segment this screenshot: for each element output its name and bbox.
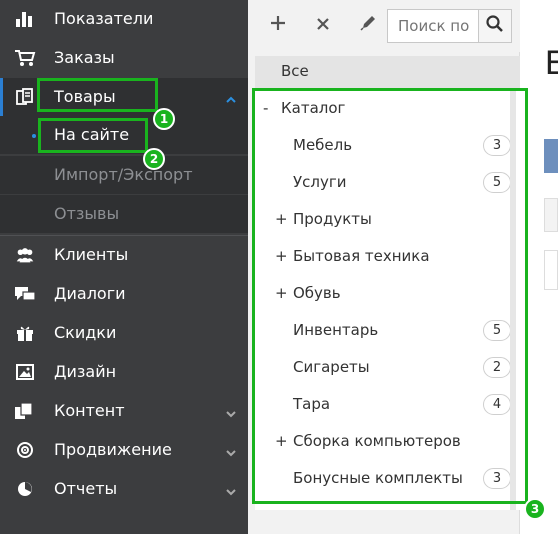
sidebar-item-indicators[interactable]: Показатели bbox=[0, 0, 248, 38]
step-marker-1: 1 bbox=[153, 108, 175, 130]
chevron-up-icon bbox=[225, 91, 237, 103]
delete-button[interactable] bbox=[310, 12, 336, 38]
pie-chart-icon bbox=[14, 480, 36, 498]
sidebar-subitem-import-export[interactable]: Импорт/Экспорт bbox=[0, 156, 248, 194]
sidebar-item-content[interactable]: Контент bbox=[0, 392, 248, 430]
bar-chart-icon bbox=[14, 10, 36, 28]
primary-button[interactable] bbox=[544, 139, 558, 173]
sidebar-item-promotion[interactable]: Продвижение bbox=[0, 431, 248, 469]
chat-icon bbox=[14, 285, 36, 303]
content-icon bbox=[14, 402, 36, 420]
sidebar-item-label: Дизайн bbox=[54, 362, 117, 381]
chevron-down-icon bbox=[225, 483, 237, 496]
search-button[interactable] bbox=[478, 9, 512, 43]
active-indicator bbox=[0, 78, 3, 116]
highlight-box-3 bbox=[252, 88, 528, 504]
active-dot bbox=[32, 134, 36, 138]
users-icon bbox=[14, 246, 36, 264]
sidebar-item-label: Скидки bbox=[54, 323, 117, 342]
cart-icon bbox=[14, 49, 36, 67]
category-toolbar bbox=[248, 0, 520, 52]
close-icon bbox=[316, 16, 330, 35]
sidebar-subitem-label: Импорт/Экспорт bbox=[54, 165, 193, 184]
sidebar-item-label: Отчеты bbox=[54, 479, 118, 498]
highlight-box-2 bbox=[38, 118, 148, 153]
sidebar-subitem-label: Отзывы bbox=[54, 204, 120, 223]
search-input[interactable] bbox=[387, 9, 480, 43]
sidebar-item-label: Клиенты bbox=[54, 245, 129, 264]
sidebar-item-label: Показатели bbox=[54, 9, 154, 28]
sidebar-item-dialogs[interactable]: Диалоги bbox=[0, 275, 248, 313]
add-button[interactable] bbox=[265, 12, 291, 38]
sidebar-item-design[interactable]: Дизайн bbox=[0, 353, 248, 391]
sidebar-item-label: Диалоги bbox=[54, 284, 126, 303]
plus-icon bbox=[270, 15, 286, 35]
category-all[interactable]: Все bbox=[255, 56, 520, 88]
search-icon bbox=[486, 15, 504, 37]
products-icon bbox=[14, 88, 36, 106]
edit-button[interactable] bbox=[355, 12, 381, 38]
pencil-icon bbox=[360, 15, 376, 35]
sidebar-item-reports[interactable]: Отчеты bbox=[0, 470, 248, 508]
chevron-down-icon bbox=[225, 405, 237, 418]
sidebar-item-clients[interactable]: Клиенты bbox=[0, 236, 248, 274]
sidebar-item-label: Заказы bbox=[54, 48, 115, 67]
chevron-down-icon bbox=[225, 444, 237, 457]
step-marker-2: 2 bbox=[143, 148, 165, 170]
highlight-box-1 bbox=[37, 78, 158, 112]
page-title: Е bbox=[545, 44, 558, 82]
gift-icon bbox=[14, 324, 36, 342]
step-marker-3: 3 bbox=[524, 498, 546, 520]
sidebar-item-orders[interactable]: Заказы bbox=[0, 39, 248, 77]
category-all-label: Все bbox=[281, 62, 309, 80]
sidebar-item-discounts[interactable]: Скидки bbox=[0, 314, 248, 352]
sidebar-subitem-reviews[interactable]: Отзывы bbox=[0, 195, 248, 233]
tab-header[interactable] bbox=[544, 198, 558, 232]
sidebar-item-label: Контент bbox=[54, 401, 125, 420]
target-icon bbox=[14, 441, 36, 459]
sidebar-item-label: Продвижение bbox=[54, 440, 172, 459]
content-box bbox=[544, 250, 558, 290]
image-icon bbox=[14, 363, 36, 381]
